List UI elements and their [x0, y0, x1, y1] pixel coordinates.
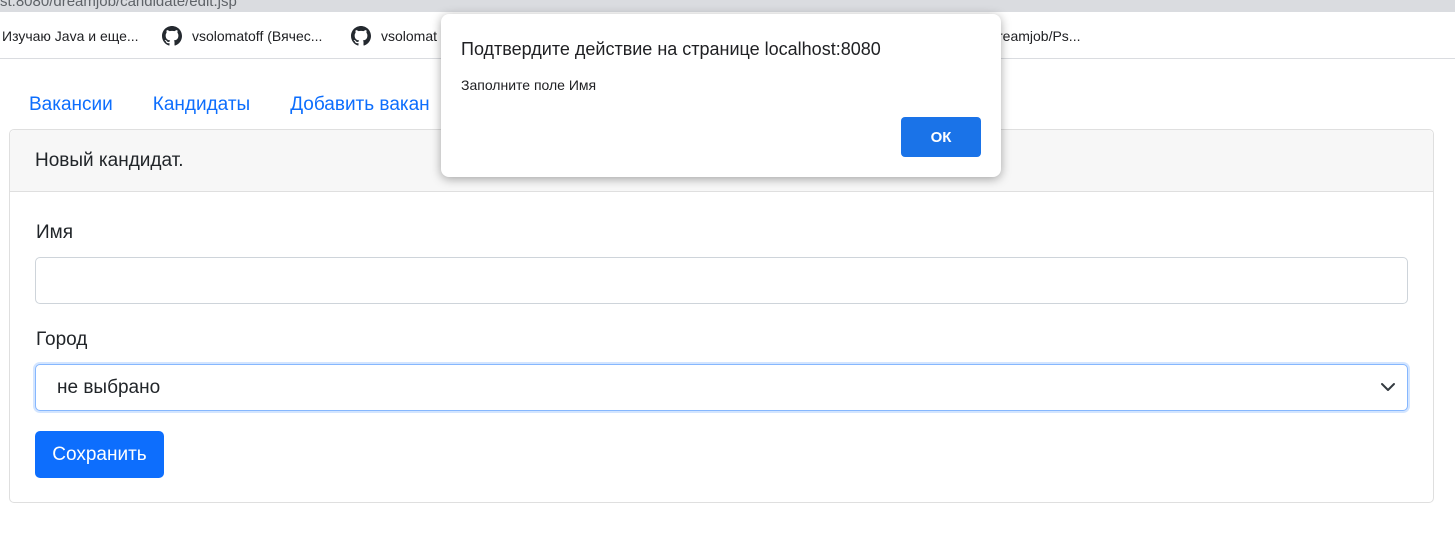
nav-link-candidates[interactable]: Кандидаты	[153, 94, 250, 116]
alert-dialog: Подтвердите действие на странице localho…	[441, 14, 1001, 177]
save-button[interactable]: Сохранить	[35, 431, 164, 478]
github-icon	[351, 26, 371, 46]
address-bar-url: st:8080/dreamjob/candidate/edit.jsp	[0, 0, 237, 10]
address-bar[interactable]: st:8080/dreamjob/candidate/edit.jsp	[0, 0, 1455, 12]
chevron-down-icon	[1381, 383, 1395, 391]
city-select[interactable]: не выбрано	[35, 364, 1408, 411]
dialog-title: Подтвердите действие на странице localho…	[461, 39, 881, 59]
bookmark-item[interactable]: vsolomatoff (Вячес...	[162, 26, 322, 46]
bookmark-label: vsolomat	[381, 28, 438, 44]
name-input[interactable]	[35, 257, 1408, 304]
nav-link-add-vacancy[interactable]: Добавить вакан	[290, 94, 430, 116]
bookmark-item[interactable]: reamjob/Ps...	[998, 26, 1080, 46]
candidate-form-card: Новый кандидат. Имя Город не выбрано Сох…	[9, 129, 1434, 503]
dialog-message: Заполните поле Имя	[461, 77, 597, 93]
bookmark-item[interactable]: Изучаю Java и еще...	[2, 26, 139, 46]
bookmark-label: reamjob/Ps...	[998, 28, 1081, 44]
nav-link-vacancies[interactable]: Вакансии	[29, 94, 113, 116]
name-label: Имя	[36, 222, 74, 243]
bookmark-label: vsolomatoff (Вячес...	[192, 28, 323, 44]
city-select-value: не выбрано	[57, 376, 161, 398]
main-nav: Вакансии Кандидаты Добавить вакан	[29, 94, 430, 116]
github-icon	[162, 26, 182, 46]
city-label: Город	[36, 329, 88, 350]
bookmark-item[interactable]: vsolomat	[351, 26, 437, 46]
bookmark-label: Изучаю Java и еще...	[2, 28, 139, 44]
dialog-ok-button[interactable]: ОК	[901, 117, 981, 157]
